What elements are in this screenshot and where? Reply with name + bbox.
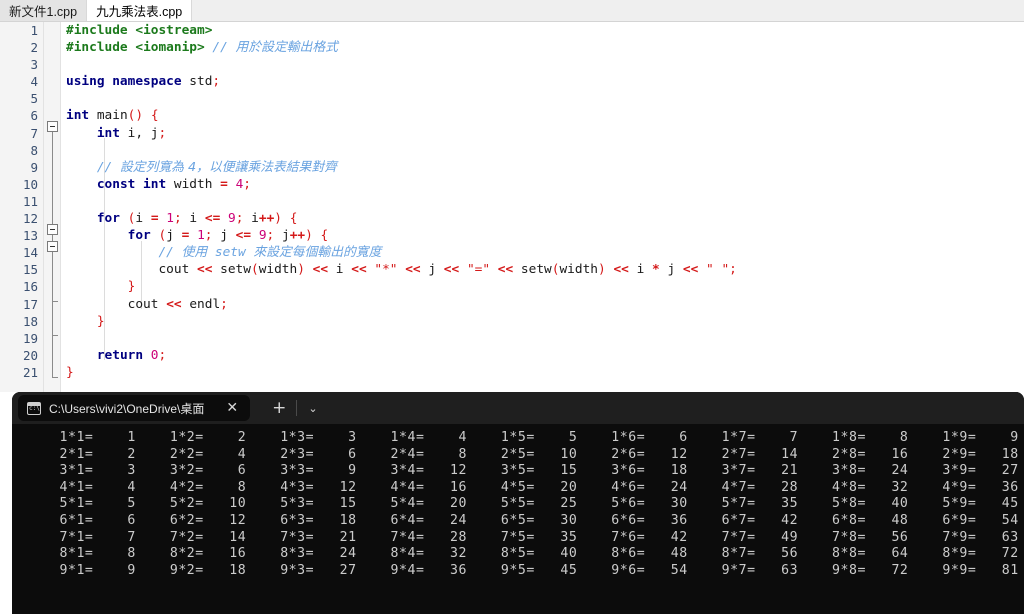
code-row: 18 } [0,313,1024,330]
code-text: // 使用 setw 來設定每個輸出的寬度 [158,245,382,261]
code-row: 1 #include <iostream> [0,22,1024,39]
code-row: 15 cout << setw(width) << i << "*" << j … [0,261,1024,278]
line-number: 20 [22,347,38,363]
line-number: 21 [22,364,38,380]
code-row: 3 [0,56,1024,73]
code-row: 5 [0,90,1024,107]
terminal-output-line: 4*1= 4 4*2= 8 4*3= 12 4*4= 16 4*5= 20 4*… [34,479,1024,495]
terminal-window[interactable]: C:\Users\vivi2\OneDrive\桌面 ✕ + ⌄ 1*1= 1 … [12,392,1024,614]
line-number: 12 [22,211,38,227]
code-row: 8 [0,142,1024,159]
line-number: 19 [22,330,38,346]
line-number: 8 [30,142,38,158]
new-tab-button[interactable]: + [264,399,294,417]
editor-tab-1[interactable]: 九九乘法表.cpp [87,0,193,21]
line-number: 18 [22,313,38,329]
line-number: 10 [22,176,38,192]
code-row: 4 using namespace std; [0,73,1024,90]
code-row: 20 return 0; [0,347,1024,364]
editor-tab-label: 新文件1.cpp [9,4,78,19]
code-text: using namespace std; [66,74,221,90]
chevron-down-icon[interactable]: ⌄ [299,402,326,415]
line-number: 4 [30,74,38,90]
code-text: cout << setw(width) << i << "*" << j << … [158,262,737,278]
editor-tab-label: 九九乘法表.cpp [96,4,183,19]
code-row: 19 [0,330,1024,347]
line-number: 5 [30,91,38,107]
terminal-output-line: 2*1= 2 2*2= 4 2*3= 6 2*4= 8 2*5= 10 2*6=… [34,446,1024,462]
terminal-output-line: 8*1= 8 8*2= 16 8*3= 24 8*4= 32 8*5= 40 8… [34,546,1024,562]
code-text: #include <iostream> [66,23,213,38]
line-number: 6 [30,108,38,124]
code-editor[interactable]: 1 #include <iostream> 2 #include <iomani… [0,22,1024,392]
close-icon[interactable]: ✕ [222,399,242,417]
code-text: const int width = 4; [96,176,252,192]
code-text: } [127,279,136,295]
line-number: 11 [22,193,38,209]
code-row: 14 // 使用 setw 來設定每個輸出的寬度 [0,244,1024,261]
terminal-output-line: 3*1= 3 3*2= 6 3*3= 9 3*4= 12 3*5= 15 3*6… [34,463,1024,479]
terminal-tab[interactable]: C:\Users\vivi2\OneDrive\桌面 ✕ [18,395,251,421]
code-text: cout << endl; [127,296,228,312]
line-number: 9 [30,159,38,175]
line-number: 1 [30,23,38,38]
code-row: 7 int i, j; [0,125,1024,142]
line-number: 2 [30,40,38,56]
code-text: int main() { [66,108,159,124]
code-row: 11 [0,193,1024,210]
line-number: 7 [30,125,38,141]
code-text: int i, j; [96,125,167,141]
terminal-output-line: 6*1= 6 6*2= 12 6*3= 18 6*4= 24 6*5= 30 6… [34,512,1024,528]
terminal-tab-bar: C:\Users\vivi2\OneDrive\桌面 ✕ + ⌄ [12,392,1024,424]
code-text: } [66,364,74,380]
cmd-icon [27,401,41,415]
terminal-output-line: 9*1= 9 9*2= 18 9*3= 27 9*4= 36 9*5= 45 9… [34,562,1024,578]
code-row: 2 #include <iomanip> // 用於設定輸出格式 [0,39,1024,56]
divider [296,400,298,416]
terminal-output-line: 7*1= 7 7*2= 14 7*3= 21 7*4= 28 7*5= 35 7… [34,529,1024,545]
code-row: 9 // 設定列寬為 4，以便讓乘法表結果對齊 [0,159,1024,176]
terminal-output-line: 5*1= 5 5*2= 10 5*3= 15 5*4= 20 5*5= 25 5… [34,496,1024,512]
code-row: 21 } [0,364,1024,381]
code-row: 17 cout << endl; [0,296,1024,313]
code-row: 13 for (j = 1; j <= 9; j++) { [0,227,1024,244]
terminal-output[interactable]: 1*1= 1 1*2= 2 1*3= 3 1*4= 4 1*5= 5 1*6= … [12,424,1024,614]
code-row: 6 int main() { [0,107,1024,124]
line-number: 16 [22,279,38,295]
editor-tab-0[interactable]: 新文件1.cpp [0,0,88,21]
line-number: 14 [22,245,38,261]
code-text: } [96,313,105,329]
code-row: 16 } [0,278,1024,295]
code-lines: 1 #include <iostream> 2 #include <iomani… [0,22,1024,381]
terminal-output-line: 1*1= 1 1*2= 2 1*3= 3 1*4= 4 1*5= 5 1*6= … [34,430,1024,445]
line-number: 3 [30,57,38,73]
code-text: for (i = 1; i <= 9; i++) { [96,211,298,227]
code-text: // 設定列寬為 4，以便讓乘法表結果對齊 [96,159,337,175]
editor-tab-bar: 新文件1.cpp 九九乘法表.cpp [0,0,1024,22]
line-number: 13 [22,228,38,244]
code-row: 10 const int width = 4; [0,176,1024,193]
code-row: 12 for (i = 1; i <= 9; i++) { [0,210,1024,227]
ide-window: 新文件1.cpp 九九乘法表.cpp 1 #include <iostream> [0,0,1024,614]
code-text: return 0; [96,347,167,363]
code-text: #include <iomanip> // 用於設定輸出格式 [66,40,338,56]
line-number: 17 [22,296,38,312]
code-text: for (j = 1; j <= 9; j++) { [127,228,329,244]
terminal-tab-title: C:\Users\vivi2\OneDrive\桌面 [49,401,205,416]
line-number: 15 [22,262,38,278]
